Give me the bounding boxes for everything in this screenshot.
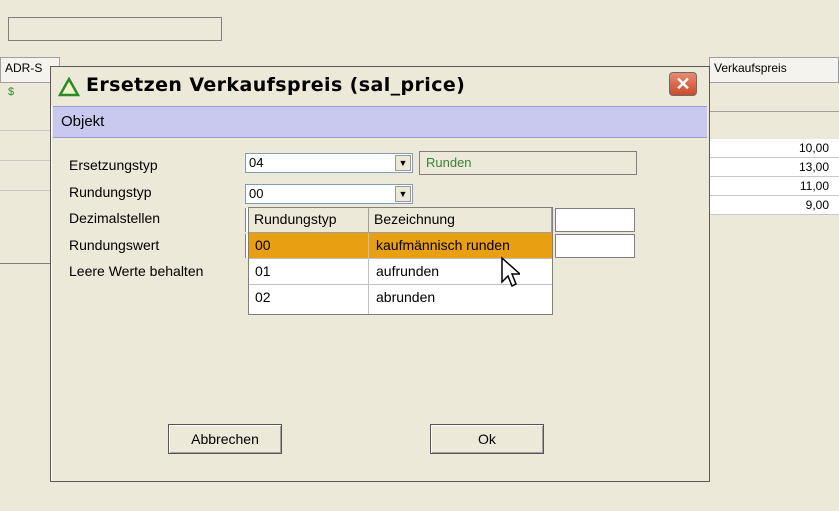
background-column-header-verkaufspreis[interactable]: Verkaufspreis [709,57,839,83]
chevron-down-icon[interactable]: ▼ [395,186,411,202]
option-code: 00 [255,237,271,253]
dezimalstellen-input-right[interactable] [555,208,635,232]
background-row-line [0,130,50,131]
leere-werte-label: Leere Werte behalten [69,263,204,279]
option-name: aufrunden [376,263,440,279]
cancel-button[interactable]: Abbrechen [168,424,282,454]
ok-button[interactable]: Ok [430,424,544,454]
dezimalstellen-label: Dezimalstellen [69,210,161,226]
background-price-cell: 9,00 [709,196,839,215]
section-header-objekt: Objekt [53,106,707,138]
dropdown-column-separator [368,233,369,314]
dropdown-column-header-code[interactable]: Rundungstyp [249,208,369,233]
background-row-line [0,160,50,161]
rundungstyp-combobox[interactable]: 00 ▼ [245,184,413,204]
option-name: kaufmännisch runden [376,237,510,253]
close-icon: ✕ [675,73,691,94]
ersetzungstyp-label: Ersetzungstyp [69,157,158,173]
section-title: Objekt [61,113,105,130]
rundungswert-input-right[interactable] [555,234,635,258]
rundungstyp-label: Rundungstyp [69,184,152,200]
background-price-cell: 11,00 [709,177,839,196]
ersetzungstyp-description: Runden [419,151,637,175]
option-code: 01 [255,263,271,279]
background-row-line [0,263,50,264]
chevron-down-icon[interactable]: ▼ [395,155,411,171]
background-price-cell: 10,00 [709,139,839,158]
rundungswert-label: Rundungswert [69,237,160,253]
background-column-header-label: Verkaufspreis [714,61,787,75]
background-row-line [0,190,50,191]
background-price-cell: 13,00 [709,158,839,177]
option-code: 02 [255,289,271,305]
background-filter-row [709,83,839,112]
background-green-icon: $ [8,86,15,98]
background-column-header-label: ADR-S [5,61,43,75]
dialog-title: Ersetzen Verkaufspreis (sal_price) [86,74,466,96]
ersetzungstyp-value: 04 [249,155,264,170]
background-input-field[interactable] [8,17,222,41]
close-button[interactable]: ✕ [669,72,697,96]
rundungstyp-value: 00 [249,186,264,201]
dropdown-column-header-name[interactable]: Bezeichnung [369,208,552,233]
mouse-pointer-icon [501,256,520,288]
option-name: abrunden [376,289,436,305]
dialog-titlebar[interactable]: Ersetzen Verkaufspreis (sal_price) ✕ [51,67,709,105]
triangle-logo-icon [58,77,80,97]
ersetzungstyp-combobox[interactable]: 04 ▼ [245,153,413,173]
